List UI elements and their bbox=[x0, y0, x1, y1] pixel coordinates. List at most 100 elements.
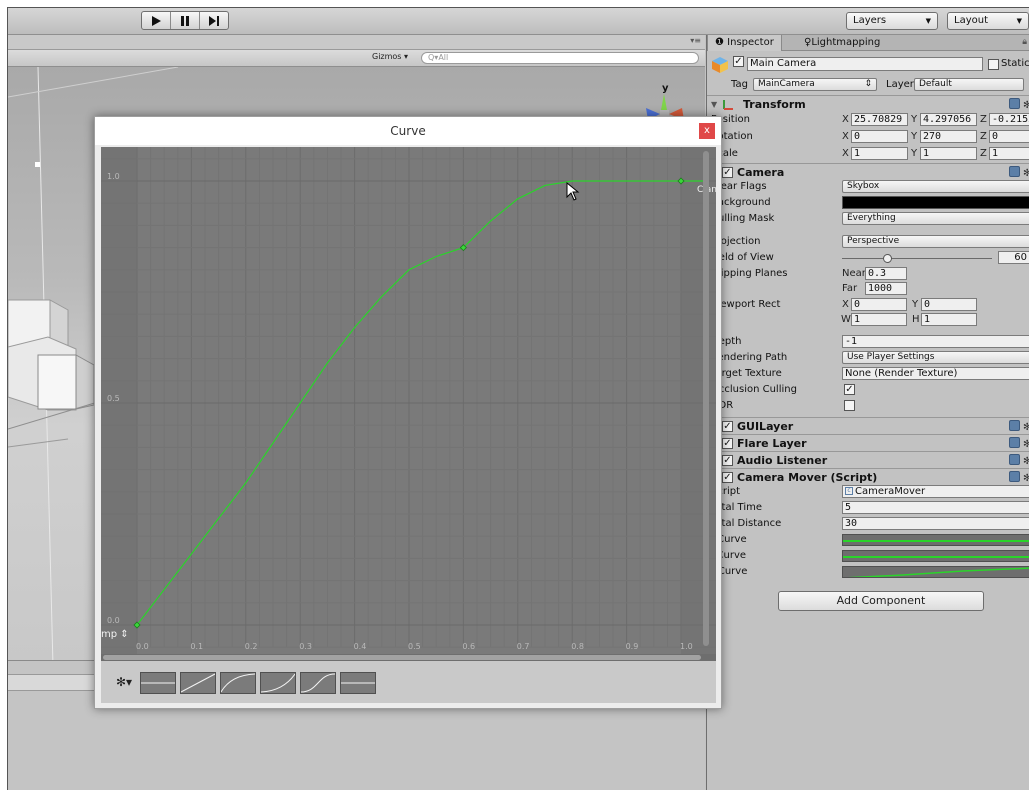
viewport-wh-row: W 1 H 1 bbox=[707, 312, 1029, 328]
x-tick-label: 1.0 bbox=[680, 642, 693, 651]
rotation-x-field[interactable]: 0 bbox=[851, 130, 908, 143]
position-y-field[interactable]: 4.297056 bbox=[920, 113, 977, 126]
lock-icon[interactable]: 🔒︎ bbox=[1022, 37, 1027, 47]
vp-x-field[interactable]: 0 bbox=[851, 298, 907, 311]
audio-listener-header[interactable]: ✓ Audio Listener ✻ bbox=[707, 451, 1029, 468]
layout-dropdown[interactable]: Layout ▼ bbox=[947, 12, 1029, 30]
target-texture-field[interactable]: None (Render Texture) bbox=[842, 367, 1029, 380]
curve-vertical-scrollbar[interactable] bbox=[703, 151, 709, 646]
rotation-y-label: Y bbox=[911, 131, 918, 142]
vp-x-label: X bbox=[842, 299, 849, 310]
audio-listener-enabled-checkbox[interactable]: ✓ bbox=[722, 455, 733, 466]
preset-ease-in-button[interactable] bbox=[220, 672, 256, 694]
zcurve-preview-field[interactable] bbox=[842, 566, 1029, 578]
rotation-z-field[interactable]: 0 bbox=[989, 130, 1029, 143]
curve-graph-area[interactable]: 0.0 0.1 0.2 0.3 0.4 0.5 0.6 0.7 0.8 0.9 1.0 0.0 0.5 1… bbox=[101, 147, 716, 661]
curve-graph[interactable]: 0.0 0.1 0.2 0.3 0.4 0.5 0.6 0.7 0.8 0.9 1.0 0.0 0.5 1… bbox=[101, 147, 716, 654]
close-button[interactable]: x bbox=[699, 123, 715, 139]
tag-dropdown[interactable]: MainCamera ⇕ bbox=[753, 78, 877, 91]
preset-constant-button[interactable] bbox=[140, 672, 176, 694]
rendering-path-dropdown[interactable]: Use Player Settings bbox=[842, 351, 1029, 364]
preset-linear-button[interactable] bbox=[180, 672, 216, 694]
curve-horizontal-scroll-thumb[interactable] bbox=[103, 655, 701, 660]
position-z-field[interactable]: -0.21527 bbox=[989, 113, 1029, 126]
guilayer-enabled-checkbox[interactable]: ✓ bbox=[722, 421, 733, 432]
pause-button[interactable] bbox=[171, 12, 200, 29]
pre-wrap-mode-dropdown[interactable]: mp ⇕ bbox=[101, 629, 129, 640]
position-x-field[interactable]: 25.70829 bbox=[851, 113, 908, 126]
total-time-field[interactable]: 5 bbox=[842, 501, 1029, 514]
flare-layer-header[interactable]: ▮ ✓ Flare Layer ✻ bbox=[707, 434, 1029, 451]
hdr-checkbox[interactable] bbox=[844, 400, 855, 411]
foldout-arrow-icon[interactable]: ▼ bbox=[711, 96, 717, 113]
tab-inspector[interactable]: ❶ Inspector bbox=[707, 35, 782, 51]
preset-ease-out-button[interactable] bbox=[260, 672, 296, 694]
near-field[interactable]: 0.3 bbox=[865, 267, 907, 280]
add-component-button[interactable]: Add Component bbox=[778, 591, 984, 611]
preset-flat-button[interactable] bbox=[340, 672, 376, 694]
help-book-icon[interactable] bbox=[1009, 166, 1020, 177]
total-distance-field[interactable]: 30 bbox=[842, 517, 1029, 530]
scale-x-field[interactable]: 1 bbox=[851, 147, 908, 160]
zcurve-preview-line bbox=[847, 567, 1029, 577]
layer-dropdown[interactable]: Default bbox=[914, 78, 1024, 91]
projection-dropdown[interactable]: Perspective bbox=[842, 235, 1029, 248]
field-of-view-row: Field of View 60 bbox=[707, 250, 1029, 266]
fov-slider-track[interactable] bbox=[842, 258, 992, 259]
object-name-field[interactable]: Main Camera bbox=[747, 57, 983, 71]
fov-field[interactable]: 60 bbox=[998, 251, 1029, 264]
clear-flags-dropdown[interactable]: Skybox bbox=[842, 180, 1029, 193]
curve-presets-bar: ✻▾ bbox=[101, 661, 716, 703]
far-field[interactable]: 1000 bbox=[865, 282, 907, 295]
preset-settings-gear-icon[interactable]: ✻▾ bbox=[116, 675, 132, 689]
culling-mask-dropdown[interactable]: Everything bbox=[842, 212, 1029, 225]
active-checkbox[interactable]: ✓ bbox=[733, 56, 744, 67]
zcurve-row: ZCurve bbox=[707, 564, 1029, 580]
background-color-swatch[interactable] bbox=[842, 196, 1029, 209]
help-book-icon[interactable] bbox=[1009, 98, 1020, 109]
layers-dropdown[interactable]: Layers ▼ bbox=[846, 12, 938, 30]
help-book-icon[interactable] bbox=[1009, 420, 1020, 431]
clipping-planes-label: Clipping Planes bbox=[711, 268, 788, 279]
component-actions: ✻ bbox=[1009, 437, 1029, 450]
dropdown-arrow-icon: ⇕ bbox=[864, 79, 872, 89]
vp-w-field[interactable]: 1 bbox=[851, 313, 907, 326]
guilayer-header[interactable]: ▭ ✓ GUILayer ✻ bbox=[707, 417, 1029, 434]
camera-header[interactable]: ▣ ✓ Camera ✻ bbox=[707, 163, 1029, 180]
transform-header[interactable]: ▼ Transform ✻ bbox=[707, 95, 1029, 112]
occlusion-culling-checkbox[interactable]: ✓ bbox=[844, 384, 855, 395]
scene-search-input[interactable]: Q▾All bbox=[421, 52, 699, 64]
help-book-icon[interactable] bbox=[1009, 454, 1020, 465]
scale-z-field[interactable]: 1 bbox=[989, 147, 1029, 160]
vp-y-field[interactable]: 0 bbox=[921, 298, 977, 311]
camera-enabled-checkbox[interactable]: ✓ bbox=[722, 167, 733, 178]
preset-ease-in-out-button[interactable] bbox=[300, 672, 336, 694]
depth-row: Depth -1 bbox=[707, 334, 1029, 350]
camera-mover-enabled-checkbox[interactable]: ✓ bbox=[722, 472, 733, 483]
component-actions: ✻ bbox=[1009, 166, 1029, 179]
panel-menu-icon[interactable]: ▾≡ bbox=[690, 36, 701, 45]
curve-horizontal-scrollbar[interactable] bbox=[101, 654, 716, 661]
vp-h-field[interactable]: 1 bbox=[921, 313, 977, 326]
step-button[interactable] bbox=[200, 12, 228, 29]
gizmos-dropdown[interactable]: Gizmos ▾ bbox=[372, 52, 408, 61]
help-book-icon[interactable] bbox=[1009, 471, 1020, 482]
static-checkbox[interactable] bbox=[988, 59, 999, 70]
help-book-icon[interactable] bbox=[1009, 437, 1020, 448]
script-object-field[interactable]: c CameraMover bbox=[842, 485, 1029, 498]
dropdown-arrow-icon: ▼ bbox=[925, 17, 931, 25]
camera-mover-header[interactable]: c ✓ Camera Mover (Script) ✻ bbox=[707, 468, 1029, 485]
scale-y-field[interactable]: 1 bbox=[920, 147, 977, 160]
ycurve-preview-field[interactable] bbox=[842, 550, 1029, 562]
xcurve-row: XCurve bbox=[707, 532, 1029, 548]
rendering-path-row: Rendering Path Use Player Settings bbox=[707, 350, 1029, 366]
curve-window-title-bar[interactable]: Curve x bbox=[95, 117, 721, 145]
fov-slider-thumb[interactable] bbox=[883, 254, 892, 263]
xcurve-preview-field[interactable] bbox=[842, 534, 1029, 546]
rotation-y-field[interactable]: 270 bbox=[920, 130, 977, 143]
tab-lightmapping[interactable]: ♀Lightmapping bbox=[797, 35, 887, 51]
play-button[interactable] bbox=[142, 12, 171, 29]
depth-field[interactable]: -1 bbox=[842, 335, 1029, 348]
near-label: Near bbox=[842, 268, 866, 279]
flare-layer-enabled-checkbox[interactable]: ✓ bbox=[722, 438, 733, 449]
